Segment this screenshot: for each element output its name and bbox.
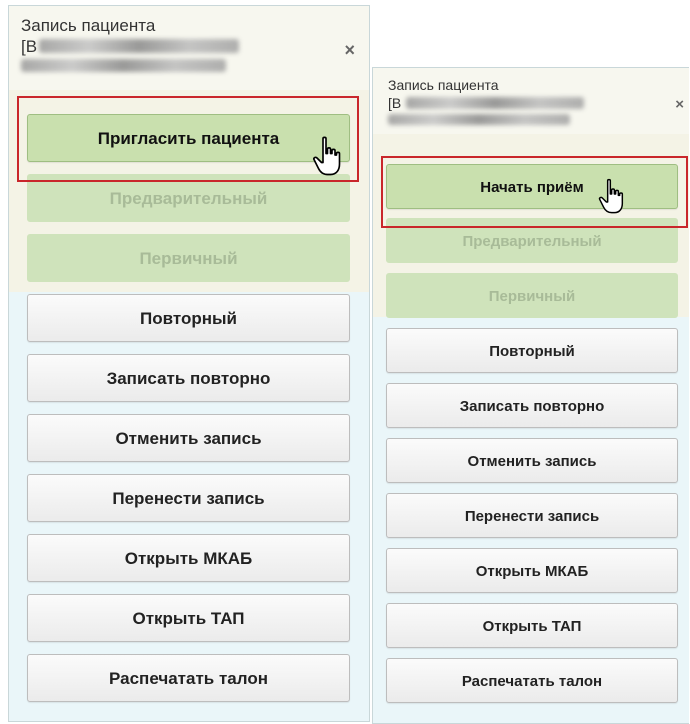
print-ticket-button[interactable]: Распечатать талон [386, 658, 678, 703]
print-ticket-button[interactable]: Распечатать талон [27, 654, 350, 702]
repeat-visit-button[interactable]: Повторный [386, 328, 678, 373]
open-tap-button[interactable]: Открыть ТАП [386, 603, 678, 648]
action-list: Начать приём Предварительный Первичный П… [373, 134, 689, 723]
panel-title: Запись пациента [21, 16, 156, 35]
move-appointment-button[interactable]: Перенести запись [386, 493, 678, 538]
cancel-appointment-button[interactable]: Отменить запись [27, 414, 350, 462]
invite-patient-button[interactable]: Пригласить пациента [27, 114, 350, 162]
panel-title: Запись пациента [388, 77, 499, 93]
panel-header: Запись пациента [B × [9, 6, 369, 90]
reschedule-repeat-button[interactable]: Записать повторно [27, 354, 350, 402]
preliminary-button[interactable]: Предварительный [27, 174, 350, 222]
primary-visit-button[interactable]: Первичный [386, 273, 678, 318]
move-appointment-button[interactable]: Перенести запись [27, 474, 350, 522]
primary-visit-button[interactable]: Первичный [27, 234, 350, 282]
open-mkab-button[interactable]: Открыть МКАБ [27, 534, 350, 582]
close-icon[interactable]: × [675, 96, 684, 113]
redacted-patient-name [406, 97, 584, 109]
preliminary-button[interactable]: Предварительный [386, 218, 678, 263]
redacted-patient-details [21, 59, 226, 72]
patient-record-panel-right: Запись пациента [B × Начать приём Предва… [372, 67, 689, 724]
close-icon[interactable]: × [344, 40, 355, 61]
panel-header: Запись пациента [B × [373, 68, 689, 134]
start-appointment-button[interactable]: Начать приём [386, 164, 678, 209]
repeat-visit-button[interactable]: Повторный [27, 294, 350, 342]
open-mkab-button[interactable]: Открыть МКАБ [386, 548, 678, 593]
open-tap-button[interactable]: Открыть ТАП [27, 594, 350, 642]
redacted-patient-name [39, 39, 239, 53]
reschedule-repeat-button[interactable]: Записать повторно [386, 383, 678, 428]
patient-id: [B [21, 37, 38, 56]
cancel-appointment-button[interactable]: Отменить запись [386, 438, 678, 483]
patient-id: [B [388, 95, 402, 111]
patient-record-panel-left: Запись пациента [B × Пригласить пациента… [8, 5, 370, 722]
redacted-patient-details [388, 114, 570, 125]
action-list: Пригласить пациента Предварительный Перв… [9, 90, 369, 721]
